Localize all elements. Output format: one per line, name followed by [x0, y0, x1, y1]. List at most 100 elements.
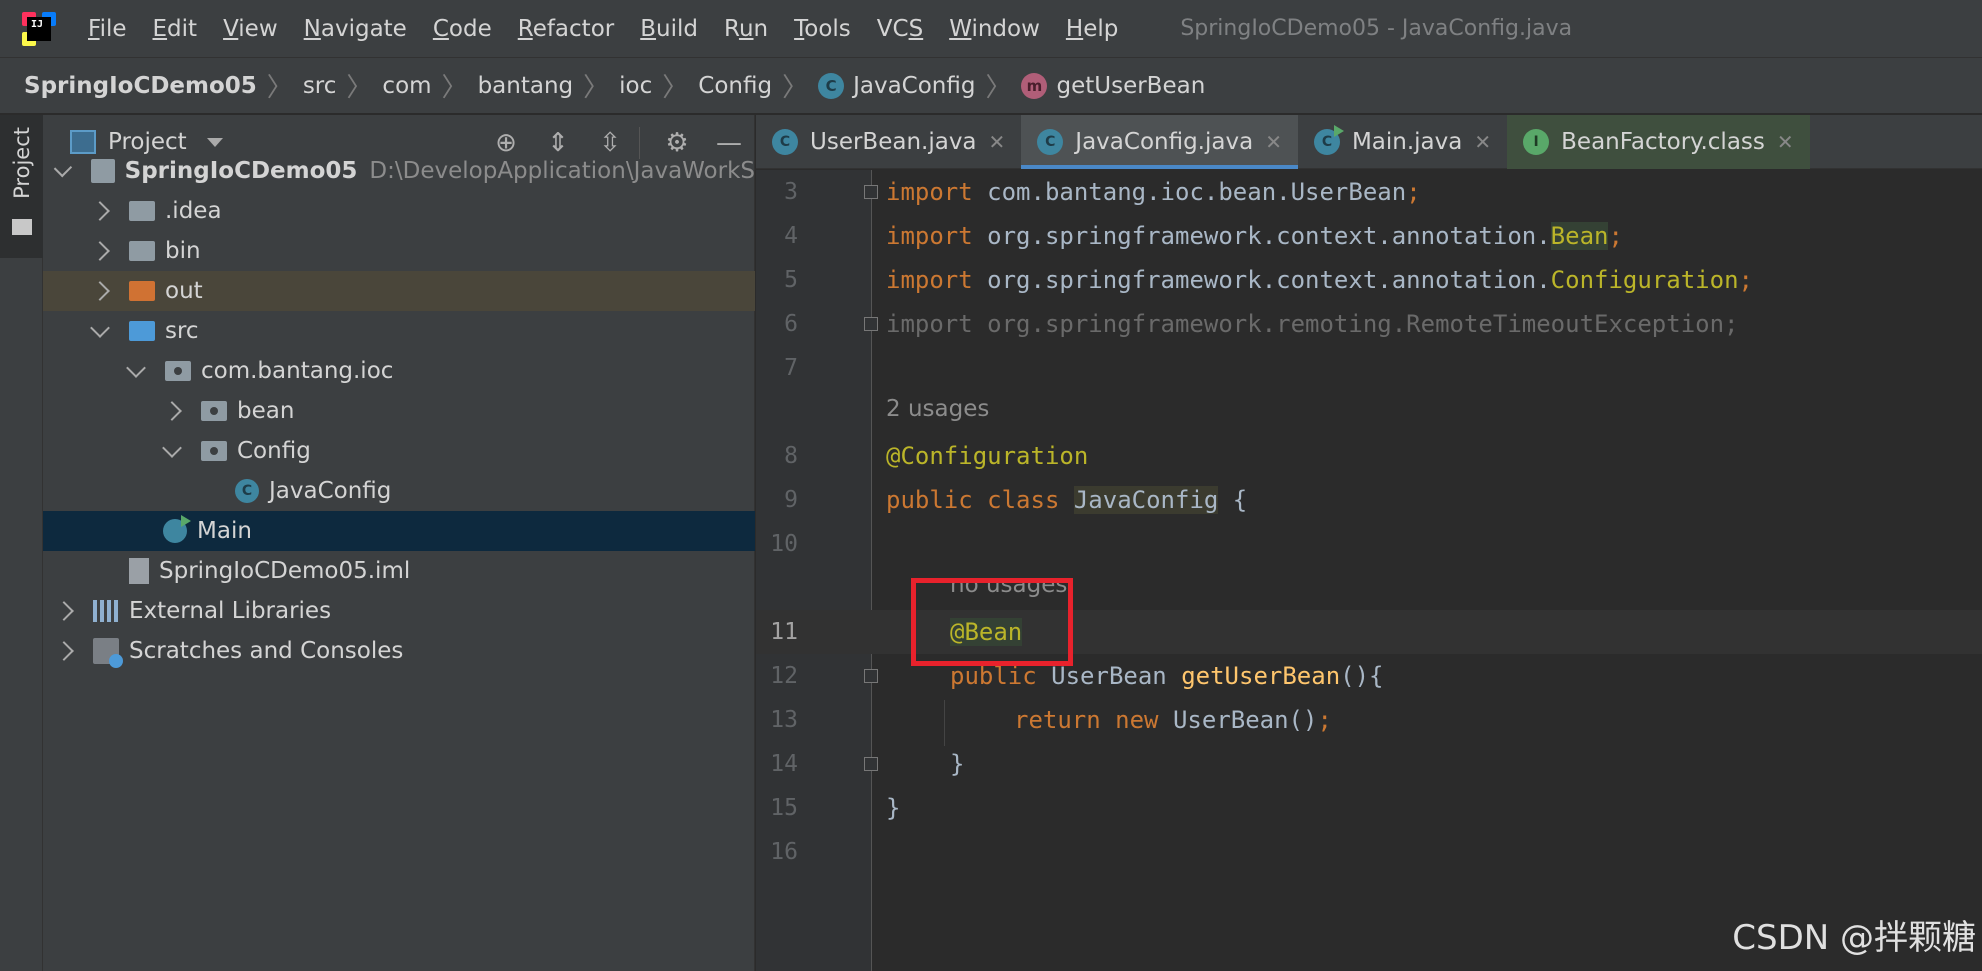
fold-marker-icon[interactable]	[864, 669, 878, 683]
menu-help[interactable]: Help	[1066, 16, 1118, 42]
tree-item-scratches[interactable]: Scratches and Consoles	[43, 631, 755, 671]
line-number: 7	[784, 355, 798, 381]
fold-marker-icon[interactable]	[864, 757, 878, 771]
chevron-right-icon[interactable]	[54, 641, 74, 661]
menu-run[interactable]: Run	[724, 16, 768, 42]
code-line-3[interactable]: 3 import com.bantang.ioc.bean.UserBean;	[756, 170, 1982, 214]
module-folder-icon	[90, 159, 115, 183]
runnable-class-icon	[163, 515, 191, 543]
code-line-14[interactable]: 14 }	[756, 742, 1982, 786]
menu-file[interactable]: File	[88, 16, 127, 42]
chevron-down-icon[interactable]	[53, 158, 72, 178]
line-number: 5	[784, 267, 798, 293]
tab-main[interactable]: C Main.java ✕	[1298, 115, 1507, 169]
tree-item-bean[interactable]: bean	[43, 391, 755, 431]
tab-javaconfig[interactable]: C JavaConfig.java ✕	[1021, 115, 1298, 169]
project-tool-tab[interactable]: Project	[0, 115, 43, 258]
tree-item-iml[interactable]: SpringIoCDemo05.iml	[43, 551, 755, 591]
fold-marker-icon[interactable]	[864, 317, 878, 331]
intellij-logo-icon: IJ	[22, 11, 56, 46]
highlight-box	[911, 578, 1073, 666]
breadcrumb-separator: 〉	[266, 73, 293, 103]
chevron-right-icon[interactable]	[54, 601, 74, 621]
chevron-down-icon[interactable]	[90, 318, 110, 338]
tree-item-external-libraries[interactable]: External Libraries	[43, 591, 755, 631]
tab-userbean[interactable]: C UserBean.java ✕	[756, 115, 1021, 169]
menu-vcs[interactable]: VCS	[877, 16, 923, 42]
line-number: 8	[784, 443, 798, 469]
tree-item-config[interactable]: Config	[43, 431, 755, 471]
chevron-down-icon[interactable]	[206, 137, 223, 147]
chevron-down-icon[interactable]	[162, 438, 182, 458]
close-icon[interactable]: ✕	[1265, 130, 1282, 154]
breadcrumb-ioc[interactable]: ioc	[619, 73, 652, 99]
chevron-down-icon[interactable]	[126, 358, 146, 378]
code-line-8[interactable]: 8 @Configuration	[756, 434, 1982, 478]
line-number: 10	[770, 531, 798, 557]
close-icon[interactable]: ✕	[1474, 130, 1491, 154]
class-icon: C	[818, 72, 845, 99]
fold-marker-icon[interactable]	[864, 185, 878, 199]
code-line-4[interactable]: 4 import org.springframework.context.ann…	[756, 214, 1982, 258]
code-line-6[interactable]: 6 import org.springframework.remoting.Re…	[756, 302, 1982, 346]
menu-window[interactable]: Window	[949, 16, 1040, 42]
usages-hint[interactable]: 2 usages	[886, 396, 989, 422]
tree-item-out[interactable]: out	[43, 271, 755, 311]
chevron-right-icon[interactable]	[90, 281, 110, 301]
package-icon	[201, 401, 227, 421]
library-icon	[93, 600, 119, 622]
tab-beanfactory[interactable]: I BeanFactory.class ✕	[1507, 115, 1810, 169]
menu-code[interactable]: Code	[433, 16, 492, 42]
project-panel: Project ⊕ ⇕ ⇳ ⚙ — SpringIoCDemo05 D:\Dev…	[43, 115, 755, 971]
line-number: 14	[770, 751, 798, 777]
tree-item-idea[interactable]: .idea	[43, 191, 755, 231]
chevron-right-icon[interactable]	[162, 401, 182, 421]
tree-item-javaconfig[interactable]: C JavaConfig	[43, 471, 755, 511]
breadcrumb-bantang[interactable]: bantang	[478, 73, 574, 99]
breadcrumb-config[interactable]: Config	[698, 73, 772, 99]
menu-refactor[interactable]: Refactor	[518, 16, 615, 42]
chevron-right-icon[interactable]	[90, 241, 110, 261]
editor-tabs: C UserBean.java ✕ C JavaConfig.java ✕ C …	[756, 115, 1982, 169]
line-number: 4	[784, 223, 798, 249]
line-number: 16	[770, 839, 798, 865]
excluded-folder-icon	[129, 281, 155, 301]
tree-item-project-root[interactable]: SpringIoCDemo05 D:\DevelopApplication\Ja…	[43, 151, 755, 191]
code-line-13[interactable]: 13 return new UserBean();	[756, 698, 1982, 742]
class-icon: C	[235, 479, 259, 503]
close-icon[interactable]: ✕	[989, 130, 1006, 154]
module-file-icon	[129, 558, 149, 584]
package-icon	[201, 441, 227, 461]
folder-icon	[129, 241, 155, 261]
breadcrumb-javaconfig[interactable]: C JavaConfig	[818, 72, 975, 99]
menu-navigate[interactable]: Navigate	[304, 16, 407, 42]
chevron-right-icon[interactable]	[90, 201, 110, 221]
breadcrumb-src[interactable]: src	[303, 73, 337, 99]
breadcrumb-getuserbean[interactable]: m getUserBean	[1021, 72, 1205, 99]
tree-item-package[interactable]: com.bantang.ioc	[43, 351, 755, 391]
code-line-5[interactable]: 5 import org.springframework.context.ann…	[756, 258, 1982, 302]
breadcrumb-separator: 〉	[346, 73, 373, 103]
menu-view[interactable]: View	[223, 16, 278, 42]
code-editor[interactable]: 3 import com.bantang.ioc.bean.UserBean; …	[756, 170, 1982, 971]
code-line-16[interactable]: 16	[756, 830, 1982, 874]
source-folder-icon	[129, 321, 155, 341]
close-icon[interactable]: ✕	[1777, 130, 1794, 154]
breadcrumb-com[interactable]: com	[382, 73, 431, 99]
window-title: SpringIoCDemo05 - JavaConfig.java	[1180, 16, 1573, 41]
menu-tools[interactable]: Tools	[794, 16, 851, 42]
menu-edit[interactable]: Edit	[153, 16, 198, 42]
runnable-class-icon: C	[1313, 125, 1344, 155]
line-number: 11	[770, 619, 798, 645]
scratches-icon	[93, 638, 123, 668]
tree-item-bin[interactable]: bin	[43, 231, 755, 271]
breadcrumb-separator: 〉	[583, 73, 610, 103]
code-line-15[interactable]: 15 }	[756, 786, 1982, 830]
code-line-9[interactable]: 9 public class JavaConfig {	[756, 478, 1982, 522]
tree-item-src[interactable]: src	[43, 311, 755, 351]
code-line-10[interactable]: 10	[756, 522, 1982, 566]
breadcrumb-project[interactable]: SpringIoCDemo05	[24, 73, 257, 99]
tree-item-main[interactable]: Main	[43, 511, 755, 551]
code-line-7[interactable]: 7	[756, 346, 1982, 390]
menu-build[interactable]: Build	[640, 16, 698, 42]
